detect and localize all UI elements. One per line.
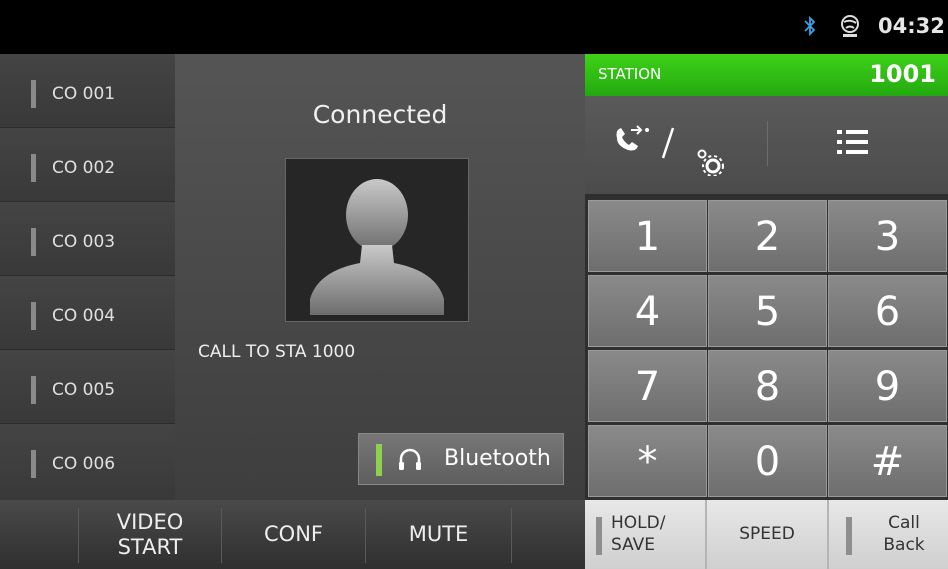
call-settings-button[interactable] [605,116,745,177]
co-line-label: CO 006 [52,454,116,474]
video-start-button[interactable]: VIDEO START [79,500,221,569]
line-indicator [31,302,36,330]
divider [511,508,512,563]
menu-list-button[interactable] [830,124,890,168]
mute-button[interactable]: MUTE [366,500,511,569]
key-3[interactable]: 3 [828,200,947,272]
co-line-label: CO 002 [52,158,116,178]
co-line-label: CO 003 [52,232,116,252]
key-8[interactable]: 8 [708,350,827,422]
station-label: STATION [598,65,662,83]
key-6[interactable]: 6 [828,275,947,347]
co-line-label: CO 001 [52,84,116,104]
call-back-line2: Back [883,535,925,555]
call-control-bar: VIDEO START CONF MUTE [0,500,585,569]
co-line-item[interactable]: CO 005 [0,350,175,424]
hold-indicator [596,517,602,555]
co-line-item[interactable]: CO 006 [0,424,175,500]
line-indicator [31,376,36,404]
line-indicator [31,154,36,182]
bluetooth-icon [804,15,816,37]
co-line-item[interactable]: CO 002 [0,128,175,202]
line-indicator [31,228,36,256]
co-line-item[interactable]: CO 004 [0,276,175,350]
key-star[interactable]: * [588,425,707,497]
line-indicator [31,80,36,108]
bluetooth-label: Bluetooth [444,446,551,471]
key-1[interactable]: 1 [588,200,707,272]
key-4[interactable]: 4 [588,275,707,347]
key-2[interactable]: 2 [708,200,827,272]
key-0[interactable]: 0 [708,425,827,497]
station-header: STATION 1001 [585,54,948,96]
hold-save-button[interactable]: HOLD/ SAVE [585,500,705,569]
video-start-line2: START [117,535,183,559]
key-9[interactable]: 9 [828,350,947,422]
co-line-label: CO 005 [52,380,116,400]
co-line-label: CO 004 [52,306,116,326]
call-back-line1: Call [888,513,920,533]
station-menu-row [585,96,948,194]
co-line-list: CO 001 CO 002 CO 003 CO 004 CO 005 CO 00… [0,54,175,500]
status-bar: 04:32 [0,0,948,54]
call-back-button[interactable]: Call Back [829,500,948,569]
speed-button[interactable]: SPEED [707,500,827,569]
person-icon [310,179,444,315]
station-control-bar: HOLD/ SAVE SPEED Call Back [585,500,948,569]
list-icon [837,130,868,154]
divider [767,121,768,166]
callback-indicator [846,517,852,555]
key-7[interactable]: 7 [588,350,707,422]
call-status: Connected [312,100,448,129]
headset-icon [399,448,421,470]
globe-icon [841,15,859,37]
call-area: Connected CALL TO STA 1000 Bluetooth [175,54,585,500]
bluetooth-audio-button[interactable]: Bluetooth [358,433,564,485]
call-info: CALL TO STA 1000 [198,342,356,362]
key-hash[interactable]: # [828,425,947,497]
hold-save-line1: HOLD/ [611,513,666,533]
clock: 04:32 [878,14,945,38]
key-5[interactable]: 5 [708,275,827,347]
dial-keypad: 1 2 3 4 5 6 7 8 9 * 0 # [585,194,948,500]
active-indicator [376,444,382,476]
co-line-item[interactable]: CO 003 [0,202,175,276]
conf-button[interactable]: CONF [222,500,365,569]
video-start-line1: VIDEO [116,510,184,534]
station-number: 1001 [869,60,936,88]
hold-save-line2: SAVE [611,535,656,555]
co-line-item[interactable]: CO 001 [0,54,175,128]
call-transfer-settings-icon [616,125,724,177]
avatar [285,158,469,322]
line-indicator [31,450,36,478]
